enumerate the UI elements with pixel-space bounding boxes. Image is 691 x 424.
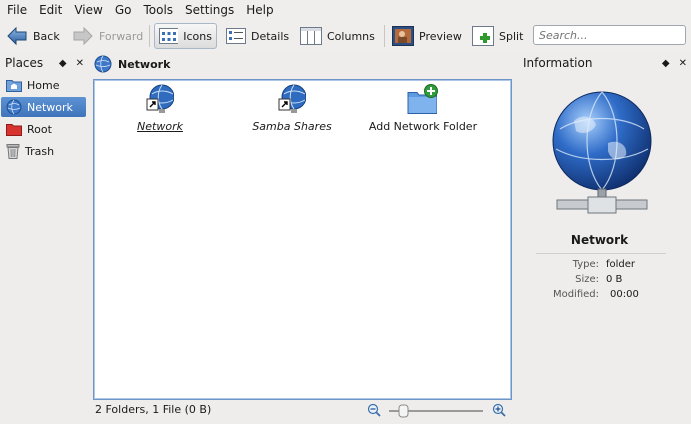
info-size-value: 0 B	[606, 274, 623, 285]
network-globe-link-icon	[146, 84, 175, 116]
float-panel-icon[interactable]: ◆	[59, 58, 67, 69]
toolbar-separator	[384, 25, 385, 47]
file-item-add-network-folder[interactable]: Add Network Folder	[368, 84, 478, 133]
place-item-label: Network	[27, 100, 73, 114]
info-type-value: folder	[606, 259, 636, 270]
place-item-home[interactable]: Home	[1, 75, 86, 95]
menu-help-label: Help	[246, 3, 274, 17]
menu-settings[interactable]: Settings	[180, 3, 241, 17]
preview-button[interactable]: Preview	[388, 23, 466, 49]
places-title: Places	[5, 56, 44, 70]
menu-view[interactable]: View	[69, 3, 109, 17]
split-button[interactable]: Split	[468, 23, 527, 49]
menu-file-label: File	[7, 3, 28, 17]
columns-view-label: Columns	[327, 29, 375, 43]
file-item-label: Samba Shares	[252, 120, 332, 133]
zoom-in-icon[interactable]	[492, 403, 506, 417]
trash-icon	[6, 144, 20, 159]
back-button[interactable]: Back	[2, 23, 64, 49]
back-label: Back	[33, 29, 60, 43]
details-view-button[interactable]: Details	[222, 23, 293, 49]
forward-arrow-icon	[73, 26, 93, 46]
preview-label: Preview	[419, 29, 462, 43]
place-item-root[interactable]: Root	[1, 119, 86, 139]
menu-go-label: Go	[114, 3, 132, 17]
information-panel: Information ◆ ✕ Network Type: folder Siz…	[518, 53, 691, 424]
details-view-icon	[226, 28, 246, 44]
file-item-samba-shares[interactable]: Samba Shares	[237, 84, 347, 133]
file-view[interactable]: Network Samba Shares Add Network Folder	[93, 79, 512, 400]
status-text: 2 Folders, 1 File (0 B)	[95, 403, 212, 416]
information-title: Information	[523, 56, 593, 70]
location-bar: Network	[94, 53, 514, 75]
information-panel-header: Information ◆ ✕	[518, 53, 691, 73]
menu-go[interactable]: Go	[110, 3, 139, 17]
menu-bar: File Edit View Go Tools Settings Help	[0, 0, 691, 20]
places-panel-header: Places ◆ ✕	[0, 53, 88, 73]
search-input[interactable]	[533, 25, 686, 45]
places-panel: Places ◆ ✕ Home Network Root Trash	[0, 53, 88, 424]
menu-tools[interactable]: Tools	[138, 3, 180, 17]
information-divider	[536, 253, 666, 254]
location-title: Network	[118, 57, 171, 71]
information-item-name: Network	[570, 233, 629, 247]
icons-view-icon	[159, 28, 179, 44]
home-folder-icon	[6, 80, 22, 92]
zoom-control	[367, 403, 509, 419]
split-view-icon	[472, 26, 494, 46]
info-size-label: Size:	[575, 274, 599, 285]
info-modified-label: Modified:	[552, 289, 599, 300]
file-item-label: Add Network Folder	[368, 120, 478, 133]
menu-edit-label: Edit	[39, 3, 63, 17]
menu-tools-label: Tools	[143, 3, 174, 17]
details-view-label: Details	[251, 29, 290, 43]
menu-help[interactable]: Help	[241, 3, 280, 17]
place-item-trash[interactable]: Trash	[1, 141, 86, 161]
icons-view-label: Icons	[183, 29, 212, 43]
menu-settings-label: Settings	[185, 3, 235, 17]
place-item-label: Trash	[25, 144, 55, 158]
zoom-slider[interactable]	[389, 404, 483, 418]
network-globe-link-icon	[278, 84, 307, 116]
close-panel-icon[interactable]: ✕	[679, 58, 687, 69]
columns-view-button[interactable]: Columns	[296, 23, 379, 49]
menu-file[interactable]: File	[2, 3, 34, 17]
preview-icon	[392, 26, 414, 46]
toolbar-separator	[149, 25, 150, 47]
info-modified-value: 00:00	[610, 289, 639, 300]
folder-add-icon	[406, 84, 440, 116]
split-label: Split	[499, 29, 524, 43]
forward-button[interactable]: Forward	[68, 23, 147, 49]
info-type-label: Type:	[572, 259, 599, 270]
menu-edit[interactable]: Edit	[34, 3, 69, 17]
float-panel-icon[interactable]: ◆	[662, 58, 670, 69]
forward-label: Forward	[99, 29, 144, 43]
close-panel-icon[interactable]: ✕	[76, 58, 84, 69]
network-globe-icon	[94, 55, 112, 73]
menu-view-label: View	[74, 3, 103, 17]
icons-view-button[interactable]: Icons	[154, 23, 217, 49]
zoom-out-icon[interactable]	[367, 403, 381, 417]
network-globe-icon	[6, 99, 22, 115]
columns-view-icon	[300, 27, 322, 45]
network-globe-large-icon	[552, 91, 652, 214]
place-item-network[interactable]: Network	[1, 97, 86, 117]
place-item-label: Root	[27, 122, 52, 136]
toolbar: Back Forward Icons Details Columns Previ…	[0, 20, 691, 52]
back-arrow-icon	[7, 26, 27, 46]
place-item-label: Home	[27, 78, 60, 92]
file-item-network[interactable]: Network	[105, 84, 215, 133]
root-folder-icon	[6, 124, 22, 136]
file-item-label: Network	[137, 120, 183, 133]
